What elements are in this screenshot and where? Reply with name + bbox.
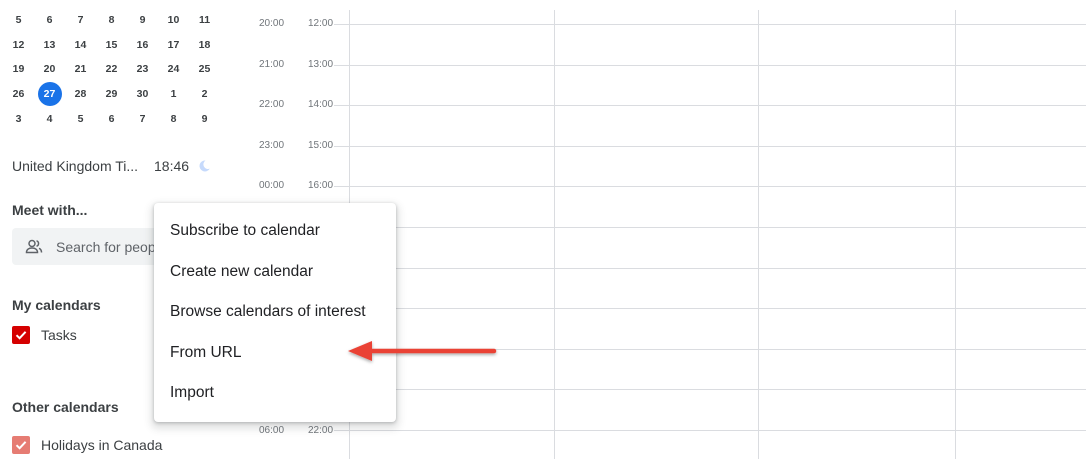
- day-column-divider: [955, 10, 956, 459]
- menu-item-create-new[interactable]: Create new calendar: [154, 252, 396, 293]
- day-column-divider: [554, 10, 555, 459]
- mini-calendar-day[interactable]: 24: [158, 57, 189, 81]
- moon-icon: [199, 160, 210, 172]
- mini-calendar-day[interactable]: 2: [189, 82, 220, 106]
- mini-calendar: 5 6 7 8 9 10 11 12 13 14 15 16 17 18 19 …: [3, 8, 220, 131]
- mini-calendar-day[interactable]: 9: [189, 107, 220, 131]
- mini-calendar-day[interactable]: 29: [96, 82, 127, 106]
- world-clock: United Kingdom Ti... 18:46: [12, 158, 211, 174]
- mini-calendar-day[interactable]: 15: [96, 33, 127, 57]
- mini-calendar-day[interactable]: 20: [34, 57, 65, 81]
- check-icon: [15, 331, 27, 340]
- day-column-divider: [758, 10, 759, 459]
- mini-calendar-day[interactable]: 19: [3, 57, 34, 81]
- calendar-grid[interactable]: [334, 0, 1086, 459]
- other-calendars-title[interactable]: Other calendars: [12, 399, 119, 415]
- mini-calendar-day[interactable]: 11: [189, 8, 220, 32]
- time-label-primary: 00:00: [259, 180, 285, 191]
- mini-calendar-day[interactable]: 13: [34, 33, 65, 57]
- people-icon: [25, 239, 43, 253]
- mini-calendar-day[interactable]: 18: [189, 33, 220, 57]
- hour-line: [334, 308, 1086, 309]
- mini-calendar-day[interactable]: 14: [65, 33, 96, 57]
- check-icon: [15, 441, 27, 450]
- mini-calendar-day[interactable]: 9: [127, 8, 158, 32]
- mini-calendar-day[interactable]: 1: [158, 82, 189, 106]
- time-label-secondary: 15:00: [308, 140, 334, 151]
- mini-calendar-day[interactable]: 22: [96, 57, 127, 81]
- mini-calendar-week: 19 20 21 22 23 24 25: [3, 57, 220, 82]
- calendar-label: Holidays in Canada: [41, 437, 163, 453]
- hour-line: [334, 389, 1086, 390]
- add-calendar-menu: Subscribe to calendar Create new calenda…: [154, 203, 396, 422]
- mini-calendar-day[interactable]: 3: [3, 107, 34, 131]
- time-label-secondary: 16:00: [308, 180, 334, 191]
- mini-calendar-week: 26 27 28 29 30 1 2: [3, 82, 220, 107]
- mini-calendar-day[interactable]: 28: [65, 82, 96, 106]
- my-calendars-title[interactable]: My calendars: [12, 297, 101, 313]
- time-label-secondary: 13:00: [308, 59, 334, 70]
- mini-calendar-day[interactable]: 7: [127, 107, 158, 131]
- timezone-name: United Kingdom Ti...: [12, 158, 139, 174]
- mini-calendar-week: 3 4 5 6 7 8 9: [3, 106, 220, 131]
- mini-calendar-day[interactable]: 21: [65, 57, 96, 81]
- menu-item-browse[interactable]: Browse calendars of interest: [154, 292, 396, 333]
- menu-item-import[interactable]: Import: [154, 373, 396, 414]
- mini-calendar-day[interactable]: 8: [158, 107, 189, 131]
- time-label-primary: 20:00: [259, 18, 285, 29]
- annotation-arrow-icon: [348, 341, 497, 361]
- time-label-primary: 06:00: [259, 425, 285, 436]
- mini-calendar-day[interactable]: 16: [127, 33, 158, 57]
- mini-calendar-day[interactable]: 5: [3, 8, 34, 32]
- mini-calendar-day[interactable]: 5: [65, 107, 96, 131]
- time-label-primary: 23:00: [259, 140, 285, 151]
- time-label-primary: 21:00: [259, 59, 285, 70]
- mini-calendar-day[interactable]: 10: [158, 8, 189, 32]
- hour-line: [334, 105, 1086, 106]
- mini-calendar-day[interactable]: 6: [96, 107, 127, 131]
- time-label-secondary: 22:00: [308, 425, 334, 436]
- holidays-checkbox[interactable]: [12, 436, 30, 454]
- hour-line: [334, 146, 1086, 147]
- hour-line: [334, 186, 1086, 187]
- hour-line: [334, 227, 1086, 228]
- mini-calendar-day[interactable]: 30: [127, 82, 158, 106]
- mini-calendar-day[interactable]: 8: [96, 8, 127, 32]
- timezone-time: 18:46: [154, 158, 190, 174]
- mini-calendar-day[interactable]: 6: [34, 8, 65, 32]
- calendar-item-tasks[interactable]: Tasks: [12, 326, 77, 344]
- meet-with-title: Meet with...: [12, 202, 88, 218]
- hour-line: [334, 430, 1086, 431]
- time-label-secondary: 12:00: [308, 18, 334, 29]
- tasks-checkbox[interactable]: [12, 326, 30, 344]
- mini-calendar-day[interactable]: 25: [189, 57, 220, 81]
- mini-calendar-today[interactable]: 27: [34, 82, 65, 107]
- mini-calendar-day[interactable]: 12: [3, 33, 34, 57]
- calendar-label: Tasks: [41, 327, 77, 343]
- hour-line: [334, 65, 1086, 66]
- mini-calendar-day[interactable]: 7: [65, 8, 96, 32]
- hour-line: [334, 24, 1086, 25]
- calendar-item-holidays-canada[interactable]: Holidays in Canada: [12, 436, 162, 454]
- mini-calendar-day[interactable]: 4: [34, 107, 65, 131]
- menu-item-subscribe[interactable]: Subscribe to calendar: [154, 211, 396, 252]
- mini-calendar-day[interactable]: 26: [3, 82, 34, 106]
- mini-calendar-day[interactable]: 23: [127, 57, 158, 81]
- time-label-primary: 22:00: [259, 99, 285, 110]
- hour-line: [334, 268, 1086, 269]
- mini-calendar-week: 12 13 14 15 16 17 18: [3, 33, 220, 58]
- mini-calendar-week: 5 6 7 8 9 10 11: [3, 8, 220, 33]
- mini-calendar-day[interactable]: 17: [158, 33, 189, 57]
- time-label-secondary: 14:00: [308, 99, 334, 110]
